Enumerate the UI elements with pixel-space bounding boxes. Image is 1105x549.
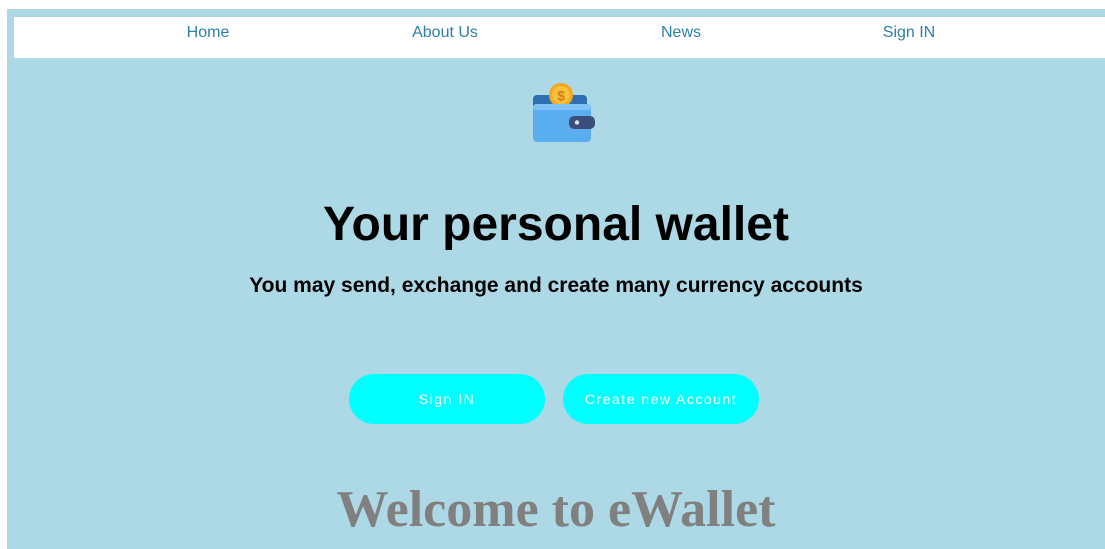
hero-title: Your personal wallet [323,198,789,251]
page-background: Home About Us News Sign IN $ Your person… [7,9,1105,549]
create-account-button[interactable]: Create new Account [563,374,759,424]
welcome-heading: Welcome to eWallet [336,481,776,538]
nav-link-about-us[interactable]: About Us [412,17,478,58]
top-navbar: Home About Us News Sign IN [14,17,1105,58]
wallet-icon: $ [527,81,595,145]
nav-link-sign-in[interactable]: Sign IN [883,17,935,58]
svg-text:$: $ [557,88,565,104]
sign-in-button[interactable]: Sign IN [349,374,545,424]
nav-link-home[interactable]: Home [187,17,230,58]
nav-link-news[interactable]: News [661,17,701,58]
hero-subtitle: You may send, exchange and create many c… [249,274,863,297]
